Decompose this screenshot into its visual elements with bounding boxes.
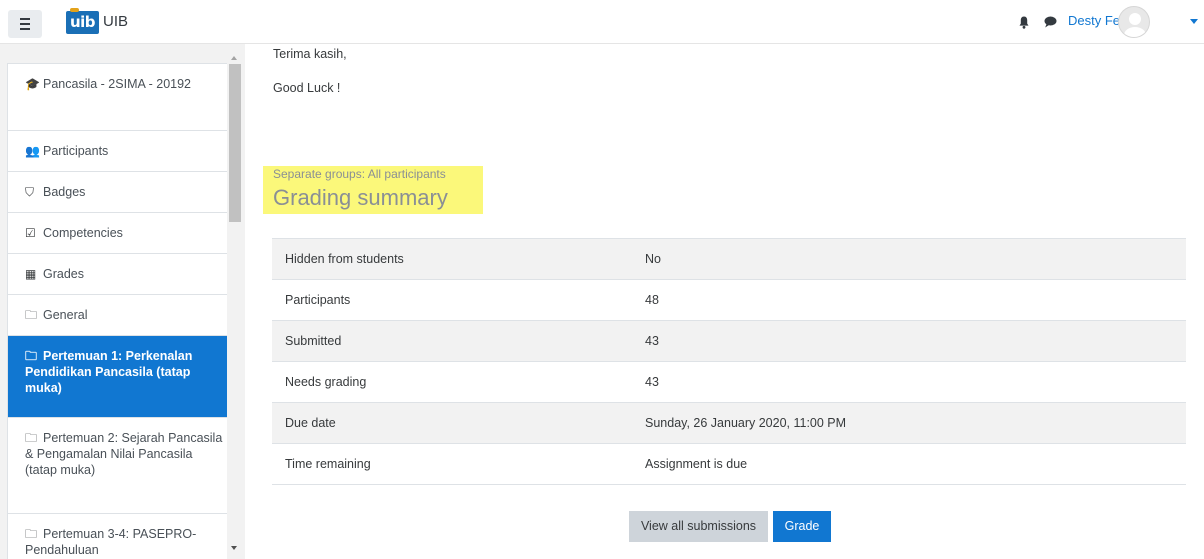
drawer-item-label: Badges bbox=[43, 185, 86, 199]
row-label: Hidden from students bbox=[285, 252, 404, 266]
drawer-item-label: Participants bbox=[43, 144, 109, 158]
row-label: Due date bbox=[285, 416, 336, 430]
drawer-item[interactable]: 🎓 Pancasila - 2SIMA - 20192 bbox=[8, 64, 236, 131]
logo-dot bbox=[70, 8, 79, 12]
table-row: Participants 48 bbox=[272, 280, 1186, 321]
table-row: Hidden from students No bbox=[272, 239, 1186, 280]
grading-summary-heading: Grading summary bbox=[273, 185, 448, 210]
chat-bubble-icon[interactable] bbox=[1044, 16, 1057, 28]
drawer-item[interactable]: 🗀 Pertemuan 2: Sejarah Pancasila & Pengam… bbox=[8, 418, 236, 514]
good-luck-text: Good Luck ! bbox=[273, 81, 341, 95]
scroll-down-arrow-icon[interactable] bbox=[231, 546, 237, 550]
row-label: Submitted bbox=[285, 334, 342, 348]
row-value: 43 bbox=[645, 334, 659, 348]
table-row: Due date Sunday, 26 January 2020, 11:00 P… bbox=[272, 403, 1186, 444]
shield-icon: ⛉ bbox=[25, 185, 35, 199]
drawer-item-label: Pertemuan 1: Perkenalan Pendidikan Panca… bbox=[25, 349, 193, 395]
folder-icon: 🗀 bbox=[25, 308, 38, 322]
row-value: No bbox=[645, 252, 661, 266]
drawer-item[interactable]: ▦ Grades bbox=[8, 254, 236, 295]
row-label: Time remaining bbox=[285, 457, 371, 471]
drawer-item[interactable]: ⛉ Badges bbox=[8, 172, 236, 213]
drawer-item-label: Pertemuan 3-4: PASEPRO-Pendahuluan bbox=[25, 527, 197, 557]
row-label: Participants bbox=[285, 293, 351, 307]
closing-text: Terima kasih, bbox=[273, 47, 347, 61]
groups-selector-label: Separate groups: All participants bbox=[273, 167, 446, 181]
graduation-cap-icon: 🎓 bbox=[25, 77, 40, 91]
drawer-item[interactable]: 👥 Participants bbox=[8, 131, 236, 172]
table-icon: ▦ bbox=[25, 267, 37, 281]
drawer-item-label: Competencies bbox=[43, 226, 123, 240]
nav-drawer: 🎓 Pancasila - 2SIMA - 20192 👥 Participants ⛉… bbox=[0, 44, 245, 559]
users-icon: 👥 bbox=[25, 144, 40, 158]
view-all-submissions-button[interactable]: View all submissions bbox=[629, 511, 768, 542]
folder-icon: 🗀 bbox=[25, 431, 38, 445]
folder-icon: 🗀 bbox=[25, 527, 38, 541]
drawer-item[interactable]: 🗀 Pertemuan 3-4: PASEPRO-Pendahuluan bbox=[8, 514, 236, 559]
grade-button[interactable]: Grade bbox=[773, 511, 831, 542]
site-logo[interactable]: uib bbox=[66, 11, 99, 34]
bell-icon[interactable] bbox=[1019, 16, 1029, 29]
drawer-scroll-thumb[interactable] bbox=[229, 64, 241, 222]
hamburger-menu-icon[interactable] bbox=[8, 10, 42, 38]
drawer-item-label: General bbox=[43, 308, 88, 322]
top-navbar: uib UIB Desty Febria bbox=[0, 0, 1204, 44]
caret-down-icon[interactable] bbox=[1190, 19, 1198, 24]
drawer-item[interactable]: 🗀 General bbox=[8, 295, 236, 336]
table-row: Submitted 43 bbox=[272, 321, 1186, 362]
drawer-item[interactable]: 🗀 Pertemuan 1: Perkenalan Pendidikan Panc… bbox=[8, 336, 236, 418]
table-row: Time remaining Assignment is due bbox=[272, 444, 1186, 485]
grading-summary-table: Hidden from students No Participants 48 Subm… bbox=[272, 238, 1186, 485]
folder-icon: 🗀 bbox=[25, 349, 38, 363]
site-name[interactable]: UIB bbox=[103, 13, 128, 30]
drawer-item[interactable]: ☑ Competencies bbox=[8, 213, 236, 254]
row-value: Sunday, 26 January 2020, 11:00 PM bbox=[645, 416, 847, 430]
drawer-list: 🎓 Pancasila - 2SIMA - 20192 👥 Participants ⛉… bbox=[7, 63, 237, 559]
drawer-item-label: Pertemuan 2: Sejarah Pancasila & Pengama… bbox=[25, 431, 223, 477]
checkbox-icon: ☑ bbox=[25, 226, 36, 240]
scroll-up-arrow-icon[interactable] bbox=[231, 56, 237, 60]
default-user-avatar-icon[interactable] bbox=[1118, 6, 1150, 38]
row-value: 48 bbox=[645, 293, 659, 307]
row-value: 43 bbox=[645, 375, 659, 389]
row-value: Assignment is due bbox=[645, 457, 748, 471]
drawer-item-label: Grades bbox=[43, 267, 84, 281]
table-row: Needs grading 43 bbox=[272, 362, 1186, 403]
row-label: Needs grading bbox=[285, 375, 367, 389]
drawer-item-label: Pancasila - 2SIMA - 20192 bbox=[43, 77, 191, 91]
